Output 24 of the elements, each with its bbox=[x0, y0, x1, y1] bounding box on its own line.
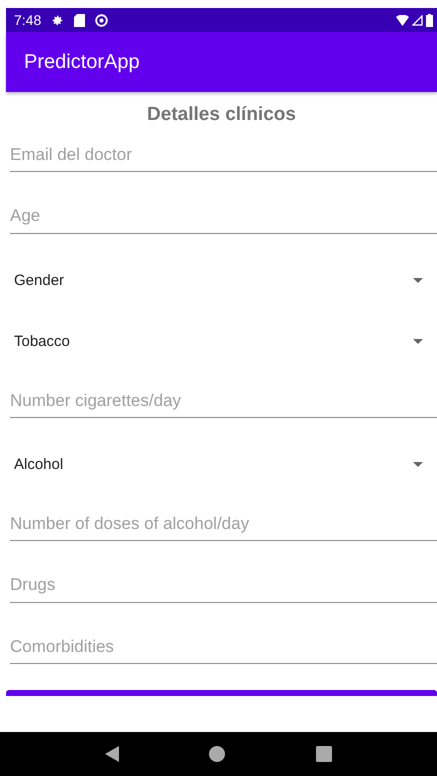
text-field[interactable]: Number cigarettes/day bbox=[10, 374, 437, 418]
caret-icon bbox=[413, 278, 423, 282]
circle-icon bbox=[95, 14, 108, 26]
wifi-icon bbox=[396, 14, 409, 26]
caret-icon bbox=[413, 462, 423, 467]
status-time: 7:48 bbox=[14, 12, 42, 28]
gear-icon bbox=[51, 14, 64, 26]
battery-icon bbox=[426, 14, 433, 26]
form-heading: Detalles clínicos bbox=[146, 104, 297, 127]
text-field[interactable]: Number of doses of alcohol/day bbox=[10, 497, 437, 541]
text-field[interactable]: Comorbidities bbox=[10, 620, 437, 664]
app-title: PredictorApp bbox=[24, 50, 140, 74]
sd-card-icon bbox=[74, 14, 86, 26]
text-field[interactable]: Email del doctor bbox=[10, 128, 437, 172]
text-field[interactable]: Drugs bbox=[10, 558, 437, 602]
caret-icon bbox=[413, 339, 423, 344]
home-icon[interactable] bbox=[209, 746, 226, 762]
signal-icon bbox=[412, 14, 423, 26]
dropdown-field[interactable]: Gender bbox=[10, 251, 437, 295]
back-icon[interactable] bbox=[105, 746, 120, 762]
text-field[interactable]: Age bbox=[10, 190, 437, 234]
recents-icon[interactable] bbox=[316, 746, 332, 762]
dropdown-field[interactable]: Alcohol bbox=[10, 436, 437, 480]
dropdown-field[interactable]: Tobacco bbox=[10, 312, 437, 356]
